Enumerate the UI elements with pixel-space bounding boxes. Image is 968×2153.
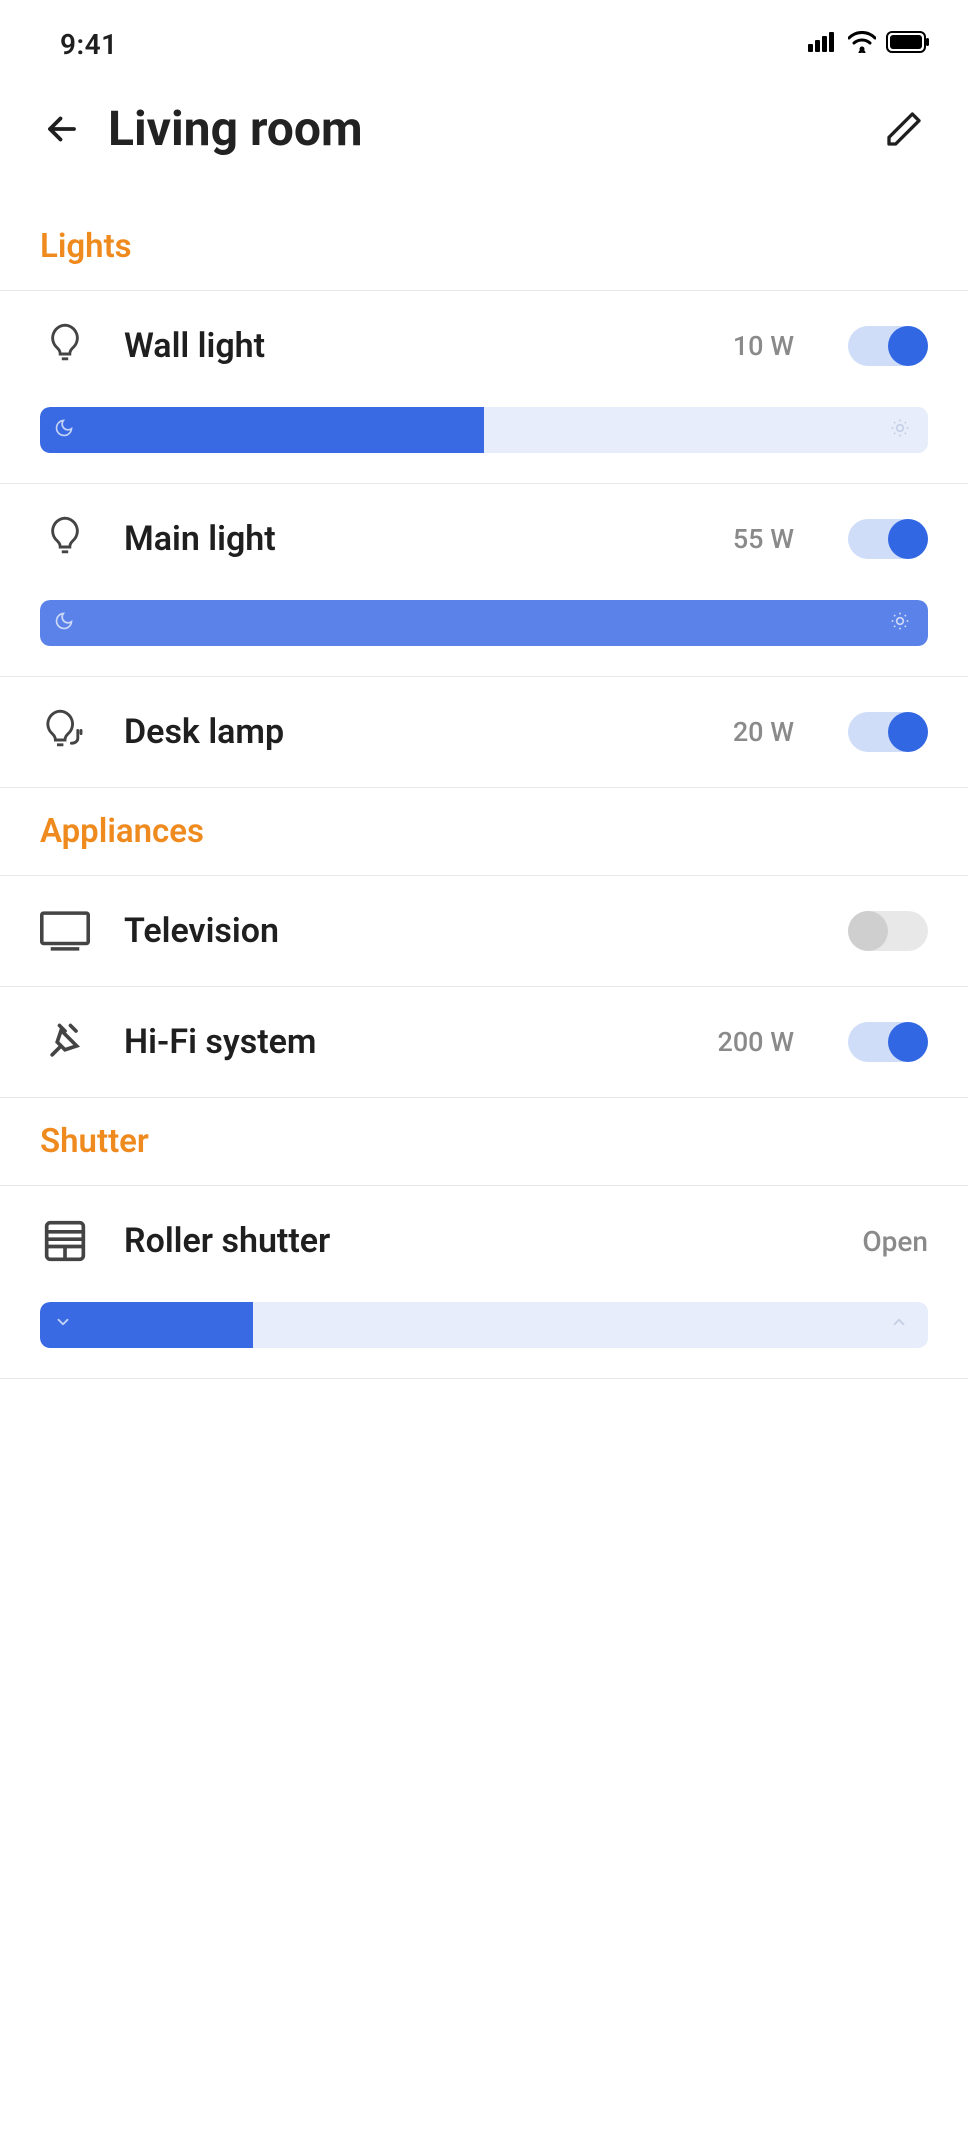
device-row-wall-light: Wall light 10 W xyxy=(0,291,968,484)
device-power: 10 W xyxy=(733,330,794,362)
device-label: Roller shutter xyxy=(124,1221,828,1261)
shutter-icon xyxy=(40,1216,90,1266)
toggle-hifi[interactable] xyxy=(848,1022,928,1062)
device-power: 55 W xyxy=(733,523,794,555)
status-time: 9:41 xyxy=(60,28,118,61)
device-label: Television xyxy=(124,911,814,951)
wifi-icon xyxy=(848,31,876,57)
device-power: 20 W xyxy=(733,716,794,748)
device-row-main-light: Main light 55 W xyxy=(0,484,968,677)
device-label: Desk lamp xyxy=(124,712,699,752)
brightness-slider-main-light[interactable] xyxy=(40,600,928,646)
bulb-icon xyxy=(40,514,90,564)
device-label: Hi-Fi system xyxy=(124,1022,683,1062)
page-title: Living room xyxy=(108,100,880,157)
header: Living room xyxy=(0,70,968,217)
device-row-roller-shutter: Roller shutter Open xyxy=(0,1186,968,1379)
plug-icon xyxy=(40,1017,90,1067)
toggle-television[interactable] xyxy=(848,911,928,951)
section-header-shutter: Shutter xyxy=(0,1098,968,1186)
section-header-appliances: Appliances xyxy=(0,788,968,876)
bulb-plug-icon xyxy=(40,707,90,757)
brightness-slider-wall-light[interactable] xyxy=(40,407,928,453)
toggle-desk-lamp[interactable] xyxy=(848,712,928,752)
edit-button[interactable] xyxy=(880,105,928,153)
device-status: Open xyxy=(862,1225,928,1258)
toggle-wall-light[interactable] xyxy=(848,326,928,366)
back-button[interactable] xyxy=(40,107,84,151)
battery-icon xyxy=(886,31,930,57)
tv-icon xyxy=(40,906,90,956)
section-header-lights: Lights xyxy=(0,217,968,291)
position-slider-roller-shutter[interactable] xyxy=(40,1302,928,1348)
moon-icon xyxy=(54,611,78,635)
arrow-up-icon xyxy=(890,1313,914,1337)
device-label: Wall light xyxy=(124,326,699,366)
device-row-desk-lamp: Desk lamp 20 W xyxy=(0,677,968,788)
arrow-down-icon xyxy=(54,1313,78,1337)
device-label: Main light xyxy=(124,519,699,559)
moon-icon xyxy=(54,418,78,442)
cellular-icon xyxy=(808,32,838,56)
status-bar: 9:41 xyxy=(0,0,968,70)
device-row-hifi: Hi-Fi system 200 W xyxy=(0,987,968,1098)
toggle-main-light[interactable] xyxy=(848,519,928,559)
bulb-icon xyxy=(40,321,90,371)
sun-icon xyxy=(890,611,914,635)
status-icons xyxy=(808,31,930,57)
sun-icon xyxy=(890,418,914,442)
device-row-television: Television xyxy=(0,876,968,987)
device-power: 200 W xyxy=(717,1026,794,1058)
